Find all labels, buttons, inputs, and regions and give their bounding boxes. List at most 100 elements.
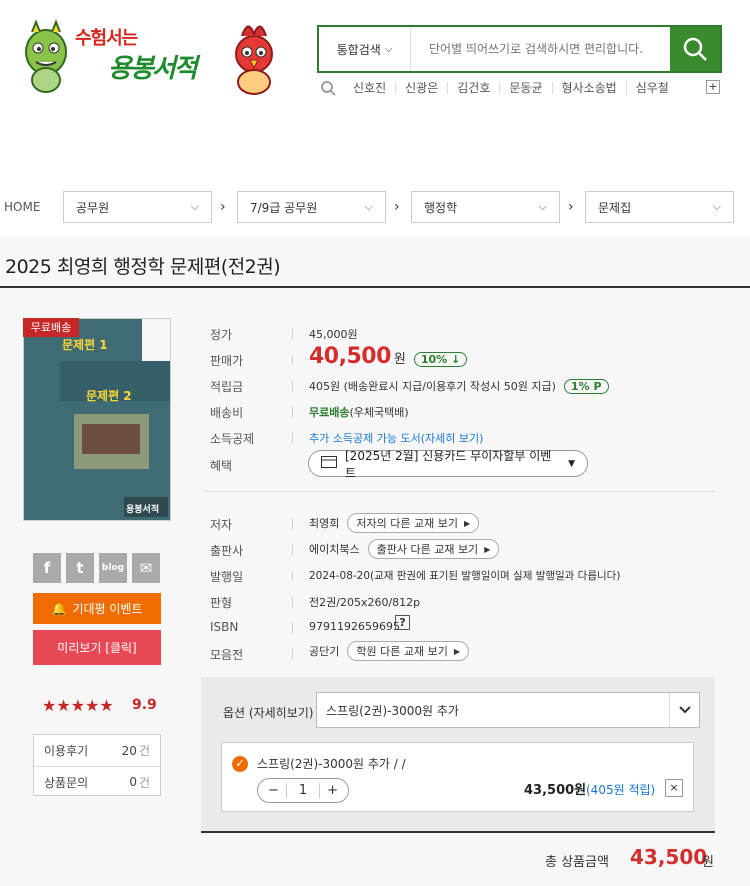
tax-deduction-label: 소득공제 [210, 432, 255, 446]
points-value: 405원 (배송완료시 지급/이용후기 작성시 50원 지급) [309, 380, 556, 393]
search-bar: 통합검색 ⌵ [317, 25, 722, 73]
benefit-text: [2025년 2월] 신용카드 무이자할부 이벤트 [345, 448, 552, 480]
divider [292, 407, 293, 417]
breadcrumb-select-1[interactable]: 공무원 ⌵ [63, 191, 212, 223]
divider [292, 355, 293, 365]
author-more-button[interactable]: 저자의 다른 교재 보기 ▶ [347, 513, 480, 533]
preview-button[interactable]: 미리보기 [클릭] [33, 630, 161, 665]
breadcrumb-select-2[interactable]: 7/9급 공무원 ⌵ [237, 191, 386, 223]
isbn-help-icon[interactable]: ? [395, 615, 410, 630]
points-row: 405원 (배송완료시 지급/이용후기 작성시 50원 지급) 1% P [309, 378, 609, 394]
reviews-count: 20 [121, 743, 137, 758]
publisher-name: 에이치북스 [309, 543, 360, 556]
review-event-button[interactable]: 🔔 기대평 이벤트 [33, 593, 161, 624]
academy-label: 모음전 [210, 648, 244, 662]
isbn-value: 9791192659695 [309, 620, 400, 633]
author-row: 최영희 저자의 다른 교재 보기 ▶ [309, 513, 480, 533]
total-unit: 원 [702, 855, 714, 870]
academy-name: 공단기 [309, 645, 340, 658]
shipping-label: 배송비 [210, 406, 244, 420]
option-select[interactable]: 스프링(2권)-3000원 추가 [316, 692, 700, 728]
breadcrumb-select-3[interactable]: 행정학 ⌵ [411, 191, 560, 223]
option-label[interactable]: 옵션 (자세히보기) [223, 704, 313, 721]
list-price-value: 45,000원 [309, 328, 358, 341]
points-badge: 1% P [563, 378, 609, 394]
shipping-free: 무료배송 [309, 406, 350, 419]
review-stats: 이용후기 20 건 상품문의 0 건 [33, 734, 161, 796]
option-price: 43,500원 [524, 783, 587, 798]
logo-wordmark: 용봉서적 [108, 54, 198, 84]
option-points: (405원 적립) [586, 783, 656, 797]
keyword-link[interactable]: 신호진 [344, 82, 395, 94]
caret-right-icon: ▶ [484, 544, 491, 554]
search-icon [683, 37, 707, 61]
breadcrumb-label: 행정학 [424, 200, 458, 215]
divider [292, 329, 293, 339]
keyword-link[interactable]: 심우철 [625, 82, 678, 94]
caret-right-icon: ▶ [453, 646, 460, 656]
inquiry-count: 0 [129, 775, 137, 789]
breadcrumb-select-4[interactable]: 문제집 ⌵ [585, 191, 734, 223]
divider [292, 597, 293, 607]
divider [292, 623, 293, 633]
option-selected-value: 스프링(2권)-3000원 추가 [326, 703, 459, 718]
more-keywords-button[interactable]: + [706, 80, 720, 94]
chevron-right-icon: › [220, 199, 226, 215]
breadcrumb-label: 문제집 [598, 200, 632, 215]
breadcrumb-label: 공무원 [76, 200, 110, 215]
publisher-row: 에이치북스 출판사 다른 교재 보기 ▶ [309, 539, 500, 559]
book-cover-image[interactable]: 문제편 1 문제편 2 용봉서적 [23, 318, 171, 521]
sale-price-value: 40,500 [309, 344, 391, 369]
twitter-icon[interactable]: t [66, 553, 94, 583]
free-shipping-badge: 무료배송 [23, 318, 79, 337]
quantity-value[interactable]: 1 [285, 783, 321, 798]
search-scope-select[interactable]: 통합검색 ⌵ [319, 27, 411, 71]
isbn-label: ISBN [210, 620, 239, 634]
keyword-link[interactable]: 신광은 [395, 82, 447, 94]
popular-keywords: 신호진 신광은 김건호 문동균 형사소송법 심우철 [320, 80, 678, 96]
reviews-label: 이용후기 [44, 744, 89, 758]
chevron-down-icon: ⌵ [364, 200, 373, 213]
chevron-down-icon: ⌵ [190, 200, 199, 213]
benefit-dropdown[interactable]: [2025년 2월] 신용카드 무이자할부 이벤트 ▼ [308, 449, 588, 480]
mail-icon[interactable]: ✉ [132, 553, 160, 583]
count-unit: 건 [138, 775, 150, 790]
tax-deduction-link[interactable]: 추가 소득공제 가능 도서(자세히 보기) [309, 430, 483, 446]
breadcrumb-home[interactable]: HOME [4, 200, 40, 214]
search-scope-label: 통합검색 [336, 42, 381, 57]
keyword-link[interactable]: 문동균 [499, 82, 551, 94]
edition-value: 전2권/205x260/812p [309, 596, 421, 609]
inquiry-row[interactable]: 상품문의 0 건 [34, 766, 160, 797]
pub-date-value: 2024-08-20(교재 판권에 표기된 발행일이며 실제 발행일과 다릅니다… [309, 570, 621, 582]
points-label: 적립금 [210, 380, 244, 394]
chevron-down-icon [669, 693, 699, 727]
author-more-label: 저자의 다른 교재 보기 [356, 517, 458, 530]
cover-title-vol2: 문제편 2 [86, 389, 132, 403]
divider [292, 545, 293, 555]
caret-down-icon: ▼ [568, 458, 575, 469]
product-title: 2025 최영희 행정학 문제편(전2권) [5, 256, 281, 278]
review-event-label: 기대평 이벤트 [72, 602, 143, 616]
quantity-minus-button[interactable]: − [268, 783, 279, 798]
remove-option-button[interactable]: × [665, 779, 683, 797]
search-icon [321, 81, 336, 96]
facebook-icon[interactable]: f [33, 553, 61, 583]
rating-score: 9.9 [132, 697, 157, 713]
academy-more-button[interactable]: 학원 다른 교재 보기 ▶ [347, 641, 469, 661]
bell-icon: 🔔 [51, 601, 67, 616]
check-icon[interactable]: ✓ [232, 756, 248, 772]
academy-row: 공단기 학원 다른 교재 보기 ▶ [309, 641, 469, 661]
publisher-more-button[interactable]: 출판사 다른 교재 보기 ▶ [367, 539, 500, 559]
breadcrumb-label: 7/9급 공무원 [250, 200, 318, 215]
search-input[interactable] [411, 27, 670, 71]
reviews-row[interactable]: 이용후기 20 건 [34, 735, 160, 766]
keyword-link[interactable]: 형사소송법 [551, 82, 626, 94]
chevron-right-icon: › [394, 199, 400, 215]
author-name: 최영희 [309, 517, 340, 530]
blog-icon[interactable]: blog [99, 553, 127, 583]
divider [292, 571, 293, 581]
keyword-link[interactable]: 김건호 [447, 82, 499, 94]
inquiry-label: 상품문의 [44, 775, 89, 790]
quantity-plus-button[interactable]: + [327, 783, 338, 798]
search-button[interactable] [670, 27, 720, 71]
